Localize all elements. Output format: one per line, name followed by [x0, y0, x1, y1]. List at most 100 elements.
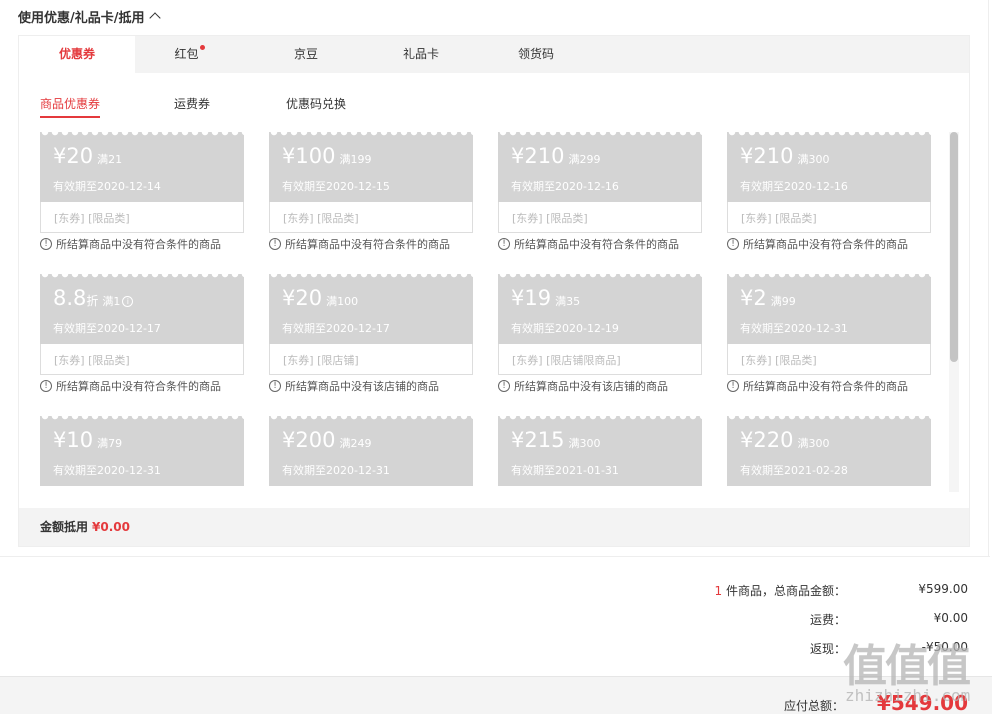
coupon-card[interactable]: ¥19 满35 有效期至2020-12-19 [东券] [限店铺限商品]! 所结算商品中… — [498, 274, 702, 400]
coupon-card[interactable]: ¥10 满79 有效期至2020-12-31 — [40, 416, 244, 492]
divider — [0, 556, 990, 557]
coupon-note-text: 所结算商品中没有该店铺的商品 — [514, 380, 668, 393]
coupon-tag-strip: [东券] [限品类] — [727, 202, 931, 233]
shipping-value: ¥0.00 — [933, 611, 968, 625]
coupon-face: 8.8折 满1 i 有效期至2020-12-17 — [40, 274, 244, 344]
scrollbar[interactable] — [949, 132, 959, 492]
coupon-unavailable-note: ! 所结算商品中没有该店铺的商品 — [498, 378, 668, 394]
coupon-tag-strip: [东券] [限品类] — [498, 202, 702, 233]
coupon-expiry: 有效期至2020-12-16 — [511, 180, 619, 193]
info-icon[interactable]: i — [122, 296, 134, 307]
coupon-amount: ¥19 — [511, 286, 552, 310]
subtab-product-coupons[interactable]: 商品优惠券 — [40, 95, 101, 118]
coupon-tags: [东券] [限品类] — [741, 354, 817, 367]
footer-total-bar: 应付总额： ¥549.00 — [0, 676, 992, 715]
coupon-amount: ¥215 — [511, 428, 565, 452]
coupon-expiry: 有效期至2020-12-31 — [282, 464, 390, 477]
coupon-amount-line: ¥20 满100 — [282, 286, 358, 310]
section-header[interactable]: 使用优惠/礼品卡/抵用 — [18, 6, 161, 26]
coupon-card[interactable]: ¥200 满249 有效期至2020-12-31 — [269, 416, 473, 492]
panel-right-border — [988, 0, 989, 556]
coupon-amount: ¥210 — [740, 144, 794, 168]
coupon-card[interactable]: ¥210 满300 有效期至2020-12-16 [东券] [限品类]! 所结算商品中没… — [727, 132, 931, 258]
tab-jd-beans[interactable]: 京豆 — [251, 36, 361, 73]
coupon-face: ¥19 满35 有效期至2020-12-19 — [498, 274, 702, 344]
coupon-unavailable-note: ! 所结算商品中没有符合条件的商品 — [727, 378, 908, 394]
coupon-condition: 满249 — [339, 437, 372, 450]
coupon-face: ¥220 满300 有效期至2021-02-28 — [727, 416, 931, 486]
coupon-amount: ¥10 — [53, 428, 94, 452]
subtab-shipping-coupons[interactable]: 运费券 — [174, 95, 210, 116]
coupon-condition: 满35 — [555, 295, 581, 308]
tab-gift-card[interactable]: 礼品卡 — [365, 36, 477, 73]
section-title: 使用优惠/礼品卡/抵用 — [18, 10, 145, 26]
coupon-tags: [东券] [限品类] — [283, 212, 359, 225]
coupon-expiry: 有效期至2020-12-31 — [53, 464, 161, 477]
coupon-expiry: 有效期至2020-12-14 — [53, 180, 161, 193]
chevron-up-icon[interactable] — [148, 12, 161, 24]
coupon-amount: ¥100 — [282, 144, 336, 168]
coupon-expiry: 有效期至2021-02-28 — [740, 464, 848, 477]
shipping-label: 运费： — [809, 613, 846, 627]
coupon-expiry: 有效期至2020-12-19 — [511, 322, 619, 335]
coupon-tag-strip: [东券] [限品类] — [40, 202, 244, 233]
coupon-amount-line: ¥210 满299 — [511, 144, 600, 168]
scrollbar-thumb[interactable] — [950, 132, 958, 362]
coupon-face: ¥215 满300 有效期至2021-01-31 — [498, 416, 702, 486]
coupon-card[interactable]: ¥20 满100 有效期至2020-12-17 [东券] [限店铺]! 所结算商品中没有… — [269, 274, 473, 400]
coupon-card[interactable]: ¥20 满21 有效期至2020-12-14 [东券] [限品类]! 所结算商品中没有符… — [40, 132, 244, 258]
coupon-amount-line: ¥10 满79 — [53, 428, 122, 452]
discount-bar: 金额抵用 ¥0.00 — [19, 508, 969, 546]
coupon-amount: ¥2 — [740, 286, 767, 310]
coupon-note-text: 所结算商品中没有符合条件的商品 — [56, 380, 221, 393]
coupon-note-text: 所结算商品中没有符合条件的商品 — [56, 238, 221, 251]
coupon-expiry: 有效期至2020-12-15 — [282, 180, 390, 193]
coupon-amount: ¥210 — [511, 144, 565, 168]
coupon-amount-line: ¥200 满249 — [282, 428, 371, 452]
coupon-condition: 满21 — [97, 153, 123, 166]
coupon-note-text: 所结算商品中没有该店铺的商品 — [285, 380, 439, 393]
coupon-note-text: 所结算商品中没有符合条件的商品 — [285, 238, 450, 251]
coupon-tags: [东券] [限店铺限商品] — [512, 354, 621, 367]
item-count: 1 — [714, 584, 723, 598]
coupon-card[interactable]: ¥100 满199 有效期至2020-12-15 [东券] [限品类]! 所结算商品中没… — [269, 132, 473, 258]
coupon-unavailable-note: ! 所结算商品中没有该店铺的商品 — [269, 378, 439, 394]
coupon-face: ¥10 满79 有效期至2020-12-31 — [40, 416, 244, 486]
coupon-tag-strip: [东券] [限品类] — [40, 344, 244, 375]
warning-icon: ! — [269, 380, 281, 392]
coupon-card[interactable]: ¥2 满99 有效期至2020-12-31 [东券] [限品类] ! 所结算商品中没有符合… — [727, 274, 931, 400]
coupon-list: ¥20 满21 有效期至2020-12-14 [东券] [限品类]! 所结算商品中没有符… — [40, 132, 950, 492]
discount-amount: ¥0.00 — [92, 520, 130, 534]
coupon-tag-strip: [东券] [限店铺] — [269, 344, 473, 375]
tab-pickup-code[interactable]: 领货码 — [481, 36, 591, 73]
coupon-tag-strip: [东券] [限品类] — [727, 344, 931, 375]
coupon-expiry: 有效期至2020-12-17 — [53, 322, 161, 335]
coupon-face: ¥100 满199 有效期至2020-12-15 — [269, 132, 473, 202]
coupon-amount-line: ¥100 满199 — [282, 144, 371, 168]
warning-icon: ! — [498, 380, 510, 392]
summary-count-row: 1 件商品，总商品金额： — [715, 582, 846, 600]
coupon-unavailable-note: ! 所结算商品中没有符合条件的商品 — [727, 236, 908, 252]
coupon-face: ¥2 满99 有效期至2020-12-31 — [727, 274, 931, 344]
tab-red-packet[interactable]: 红包 — [135, 36, 238, 73]
coupon-condition: 满300 — [797, 153, 830, 166]
coupon-unit: 折 — [86, 294, 99, 308]
coupon-face: ¥20 满21 有效期至2020-12-14 — [40, 132, 244, 202]
coupon-card[interactable]: 8.8折 满1 i 有效期至2020-12-17 [东券] [限品类]! 所结算商品中没有… — [40, 274, 244, 400]
coupon-face: ¥200 满249 有效期至2020-12-31 — [269, 416, 473, 486]
coupon-card[interactable]: ¥220 满300 有效期至2021-02-28 — [727, 416, 931, 492]
coupon-card[interactable]: ¥215 满300 有效期至2021-01-31 — [498, 416, 702, 492]
coupon-tags: [东券] [限品类] — [741, 212, 817, 225]
warning-icon: ! — [40, 380, 52, 392]
coupon-amount: ¥20 — [53, 144, 94, 168]
coupon-condition: 满299 — [568, 153, 601, 166]
coupon-face: ¥20 满100 有效期至2020-12-17 — [269, 274, 473, 344]
coupon-card[interactable]: ¥210 满299 有效期至2020-12-16 [东券] [限品类]! 所结算商品中没… — [498, 132, 702, 258]
item-count-label: 件商品，总商品金额： — [725, 584, 846, 598]
coupon-note-text: 所结算商品中没有符合条件的商品 — [514, 238, 679, 251]
coupon-amount: ¥220 — [740, 428, 794, 452]
warning-icon: ! — [727, 238, 739, 250]
subtab-promo-code[interactable]: 优惠码兑换 — [286, 95, 346, 116]
coupon-expiry: 有效期至2021-01-31 — [511, 464, 619, 477]
tab-coupons[interactable]: 优惠券 — [19, 36, 135, 73]
